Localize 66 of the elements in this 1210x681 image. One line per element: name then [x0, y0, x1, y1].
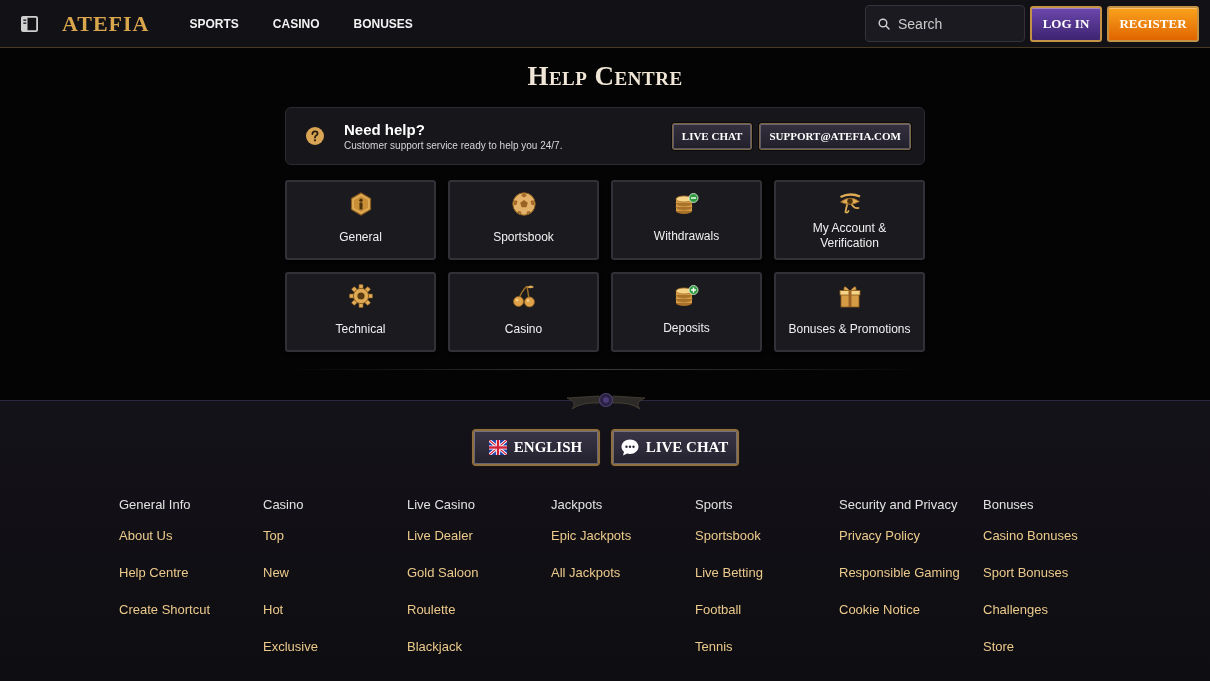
footer-link[interactable]: Sportsbook [695, 527, 761, 545]
category-card[interactable]: Bonuses & Promotions [774, 272, 925, 352]
category-card[interactable]: Deposits [611, 272, 762, 352]
coins-icon [674, 192, 699, 215]
footer-link[interactable]: Privacy Policy [839, 527, 920, 545]
gift-icon [838, 284, 861, 308]
info-icon [349, 192, 372, 216]
category-card[interactable]: Withdrawals [611, 180, 762, 260]
footer-link[interactable]: Hot [263, 601, 284, 619]
live-chat-button[interactable]: LIVE CHAT [671, 122, 753, 150]
eye-icon [837, 192, 862, 214]
coins-icon [674, 284, 699, 307]
ball-icon [511, 192, 536, 216]
footer-link[interactable]: New [263, 564, 289, 582]
footer-link[interactable]: Gold Saloon [407, 564, 479, 582]
panel-icon [20, 15, 38, 32]
footer-link[interactable]: Help Centre [119, 564, 189, 582]
nav-link[interactable]: SPORTS [189, 14, 239, 33]
footer-link[interactable]: Responsible Gaming [839, 564, 960, 582]
footer-link[interactable]: About Us [119, 527, 173, 545]
footer-heading: Live Casino [407, 496, 475, 514]
chat-bubble-icon [620, 439, 639, 456]
footer-link[interactable]: Top [263, 527, 284, 545]
footer-link[interactable]: Live Betting [695, 564, 763, 582]
footer-link[interactable]: Football [695, 601, 742, 619]
email-button[interactable]: SUPPORT@ATEFIA.COM [759, 122, 911, 150]
language-button[interactable]: ENGLISH [471, 429, 600, 466]
logo[interactable]: ATEFIA [62, 10, 150, 37]
gear-icon [348, 284, 373, 308]
flag-icon [488, 440, 507, 455]
footer-link[interactable]: Casino Bonuses [983, 527, 1078, 545]
footer-heading: Casino [263, 496, 304, 514]
category-card[interactable]: My Account & Verification [774, 180, 925, 260]
footer-link[interactable]: Epic Jackpots [551, 527, 632, 545]
footer-link[interactable]: Store [983, 638, 1015, 656]
cherries-icon [511, 284, 536, 308]
help-subtitle: Customer support service ready to help you 24/7. [344, 138, 563, 153]
help-icon [306, 127, 324, 145]
footer-heading: General Info [119, 496, 191, 514]
live-chat-button[interactable]: LIVE CHAT [610, 429, 739, 466]
search-icon [878, 17, 890, 30]
footer-link[interactable]: All Jackpots [551, 564, 621, 582]
category-card[interactable]: General [285, 180, 436, 260]
footer-link[interactable]: Challenges [983, 601, 1049, 619]
footer-link[interactable]: Cookie Notice [839, 601, 920, 619]
footer-link[interactable]: Tennis [695, 638, 733, 656]
nav-link[interactable]: CASINO [272, 14, 320, 33]
footer-link[interactable]: Blackjack [407, 638, 462, 656]
help-title: Need help? [344, 119, 426, 139]
category-card[interactable]: Casino [448, 272, 599, 352]
search-field[interactable]: Search [865, 5, 1025, 42]
sidebar-toggle-button[interactable] [20, 14, 38, 33]
page-title: Help Centre [527, 60, 683, 92]
footer-heading: Jackpots [551, 496, 603, 514]
footer-heading: Bonuses [983, 496, 1034, 514]
category-card[interactable]: Sportsbook [448, 180, 599, 260]
nav-link[interactable]: BONUSES [353, 14, 413, 33]
login-button[interactable]: LOG IN [1030, 5, 1102, 42]
footer-link[interactable]: Create Shortcut [119, 601, 211, 619]
category-card[interactable]: Technical [285, 272, 436, 352]
footer-link[interactable]: Roulette [407, 601, 456, 619]
footer-link[interactable]: Sport Bonuses [983, 564, 1069, 582]
footer-heading: Sports [695, 496, 733, 514]
footer-link[interactable]: Live Dealer [407, 527, 473, 545]
footer-heading: Security and Privacy [839, 496, 958, 514]
footer-link[interactable]: Exclusive [263, 638, 318, 656]
